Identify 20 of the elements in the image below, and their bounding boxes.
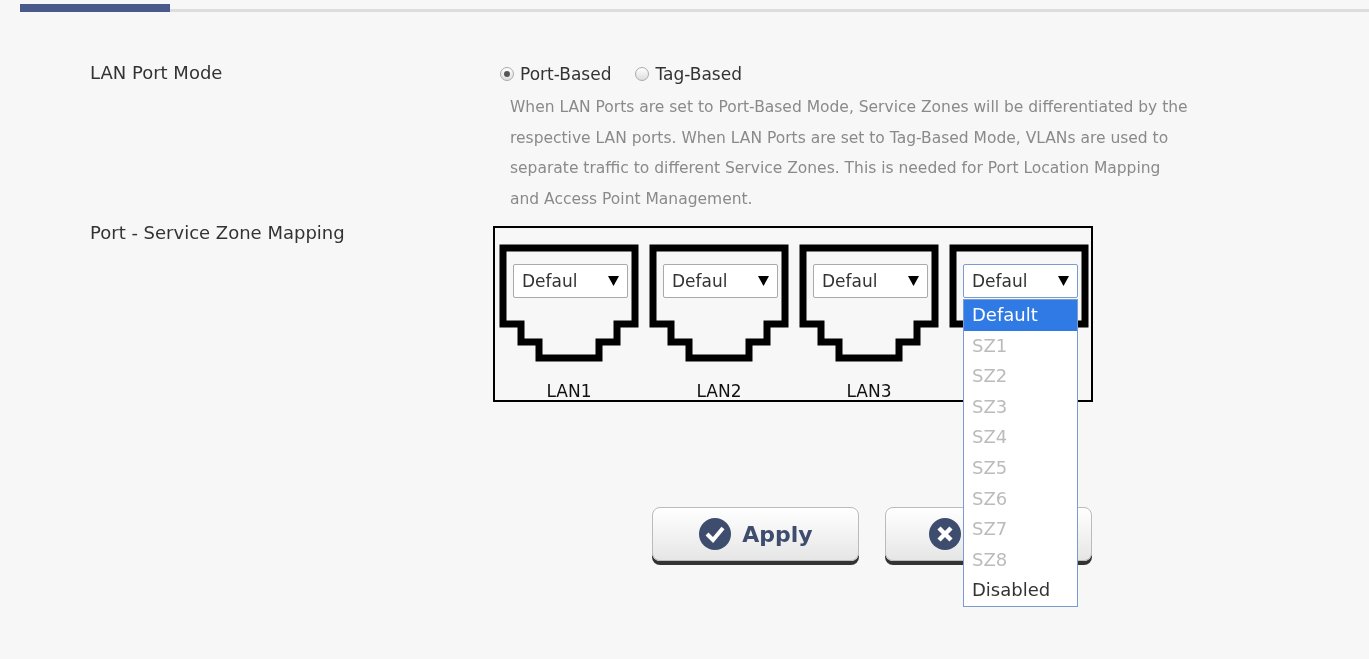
zone-select[interactable]: Defaul (813, 264, 928, 298)
description-text: When LAN Ports are set to Port-Based Mode, Service Zones will be differentiated by the respective LAN ports. When LAN Ports are set to Tag-Based Mode, VLANs are used to separate traffic to different Service Zones. This is needed for Port Location Mapping and Access Point Management. (510, 97, 1189, 210)
zone-select[interactable]: Defaul (663, 264, 778, 298)
close-icon (928, 517, 962, 551)
dropdown-option[interactable]: Disabled (964, 575, 1077, 606)
caret-icon (758, 276, 769, 286)
radio-option[interactable]: Port-Based (500, 64, 612, 84)
caret-icon (1058, 276, 1069, 286)
caret-icon (608, 276, 619, 286)
zone-select[interactable]: Defaul (963, 264, 1078, 298)
zone-select[interactable]: Defaul (513, 264, 628, 298)
checkmark-icon (698, 517, 733, 551)
caret-icon (908, 276, 919, 286)
port-label: LAN1 (545, 381, 593, 401)
field-label: LAN Port Mode (90, 62, 224, 85)
port-label: LAN2 (695, 381, 743, 401)
radio-option[interactable]: Tag-Based (635, 64, 742, 84)
dropdown-option[interactable]: Default (964, 300, 1077, 331)
port-label: LAN3 (845, 381, 893, 401)
field-label: Port - Service Zone Mapping (90, 222, 346, 245)
